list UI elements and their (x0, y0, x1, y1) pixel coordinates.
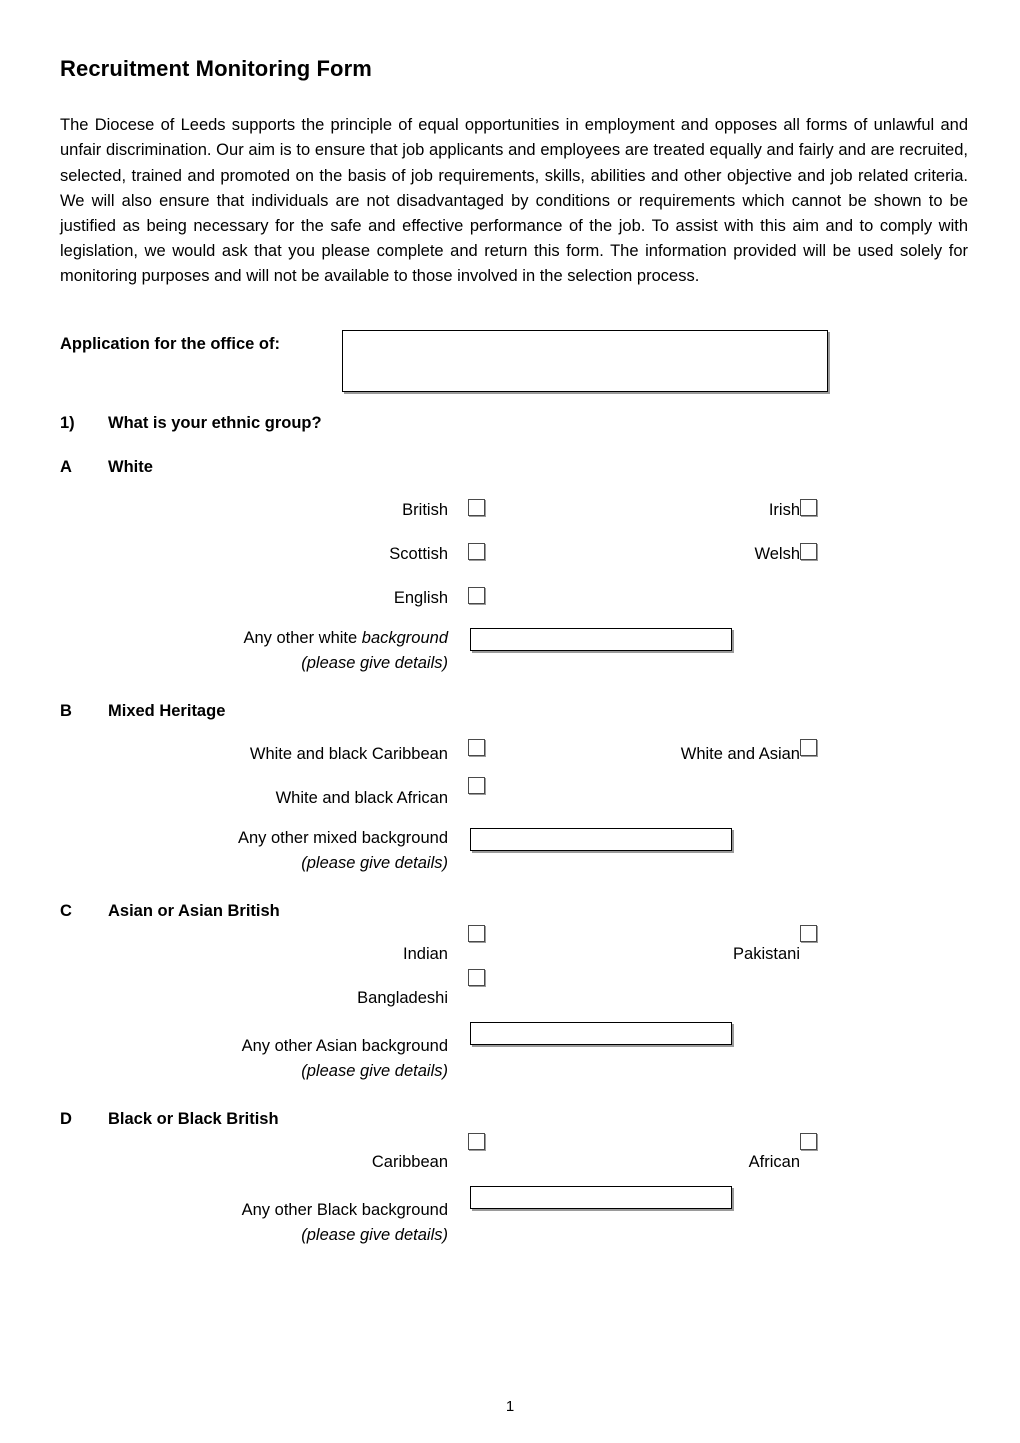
checkbox-british[interactable] (468, 498, 485, 516)
other-label-white-italic: background (361, 628, 448, 647)
option-label-bangladeshi: Bangladeshi (357, 988, 448, 1007)
other-label-white-hint: (please give details) (301, 653, 448, 672)
checkbox-caribbean[interactable] (468, 1132, 485, 1150)
option-row: Caribbean African (60, 1132, 968, 1190)
document-page: Recruitment Monitoring Form The Diocese … (0, 0, 1020, 1443)
section-b-heading: B Mixed Heritage (60, 702, 968, 724)
other-label-white-plain: Any other white (243, 628, 362, 647)
option-row: English (60, 582, 968, 626)
other-detail-row-black: Any other Black background (please give d… (60, 1185, 968, 1244)
question-1: 1) What is your ethnic group? (60, 414, 968, 436)
checkbox-pakistani[interactable] (800, 924, 817, 942)
office-input[interactable] (342, 329, 828, 392)
other-label-asian-hint: (please give details) (301, 1061, 448, 1080)
option-label-indian: Indian (403, 944, 448, 963)
option-label-english: English (393, 588, 448, 607)
other-detail-row-asian: Any other Asian background (please give d… (60, 1021, 968, 1080)
office-application-row: Application for the office of: (60, 329, 968, 400)
option-label-pakistani: Pakistani (733, 944, 800, 963)
other-input-white[interactable] (470, 627, 732, 651)
option-row: White and black African (60, 776, 968, 826)
checkbox-irish[interactable] (800, 498, 817, 516)
option-row: Indian Pakistani (60, 924, 968, 982)
intro-paragraph: The Diocese of Leeds supports the princi… (60, 116, 968, 286)
option-label-irish: Irish (768, 500, 800, 519)
checkbox-african[interactable] (800, 1132, 817, 1150)
checkbox-bangladeshi[interactable] (468, 968, 485, 986)
other-label-white: Any other white background (please give d… (243, 626, 448, 676)
section-d-heading: D Black or Black British (60, 1110, 968, 1132)
option-row: British Irish (60, 494, 968, 538)
section-d-name: Black or Black British (108, 1109, 279, 1128)
checkbox-white-and-black-caribbean[interactable] (468, 738, 485, 756)
question-text: What is your ethnic group? (108, 413, 322, 432)
other-label-asian-plain: Any other Asian background (241, 1036, 448, 1055)
section-c-letter: C (60, 901, 72, 920)
option-label-caribbean: Caribbean (371, 1152, 448, 1171)
option-row: White and black Caribbean White and Asia… (60, 738, 968, 782)
option-label-white-and-black-caribbean: White and black Caribbean (249, 744, 448, 763)
option-label-welsh: Welsh (754, 544, 800, 563)
page-title: Recruitment Monitoring Form (60, 56, 372, 81)
option-label-white-and-asian: White and Asian (680, 744, 800, 763)
checkbox-welsh[interactable] (800, 542, 817, 560)
page-content: Recruitment Monitoring Form The Diocese … (60, 0, 968, 1244)
section-c-name: Asian or Asian British (108, 901, 280, 920)
checkbox-scottish[interactable] (468, 542, 485, 560)
checkbox-english[interactable] (468, 586, 485, 604)
other-label-mixed-plain: Any other mixed background (237, 828, 448, 847)
checkbox-white-and-asian[interactable] (800, 738, 817, 756)
other-detail-row-white: Any other white background (please give d… (60, 626, 968, 680)
other-input-asian[interactable] (470, 1021, 732, 1045)
other-input-mixed[interactable] (470, 827, 732, 851)
option-label-african: African (748, 1152, 800, 1171)
other-label-mixed-hint: (please give details) (301, 853, 448, 872)
other-label-asian: Any other Asian background (please give d… (242, 1034, 448, 1084)
other-detail-row-mixed: Any other mixed background (please give d… (60, 826, 968, 880)
section-a-heading: A White (60, 458, 968, 480)
office-label: Application for the office of: (60, 334, 280, 353)
option-row: Scottish Welsh (60, 538, 968, 582)
other-label-mixed: Any other mixed background (please give d… (238, 826, 448, 876)
section-a-letter: A (60, 457, 72, 476)
question-number: 1) (60, 413, 75, 432)
option-row: Bangladeshi (60, 968, 968, 1026)
section-d-letter: D (60, 1109, 72, 1128)
option-label-british: British (402, 500, 448, 519)
checkbox-indian[interactable] (468, 924, 485, 942)
section-c-heading: C Asian or Asian British (60, 902, 968, 924)
other-input-black[interactable] (470, 1185, 732, 1209)
checkbox-white-and-black-african[interactable] (468, 776, 485, 794)
other-label-black: Any other Black background (please give d… (242, 1198, 448, 1248)
option-label-scottish: Scottish (389, 544, 448, 563)
section-b-name: Mixed Heritage (108, 701, 226, 720)
other-label-black-plain: Any other Black background (241, 1200, 448, 1219)
option-label-white-and-black-african: White and black African (275, 788, 448, 807)
section-b-letter: B (60, 701, 72, 720)
other-label-black-hint: (please give details) (301, 1225, 448, 1244)
section-a-name: White (108, 457, 153, 476)
page-number: 1 (505, 1398, 515, 1415)
